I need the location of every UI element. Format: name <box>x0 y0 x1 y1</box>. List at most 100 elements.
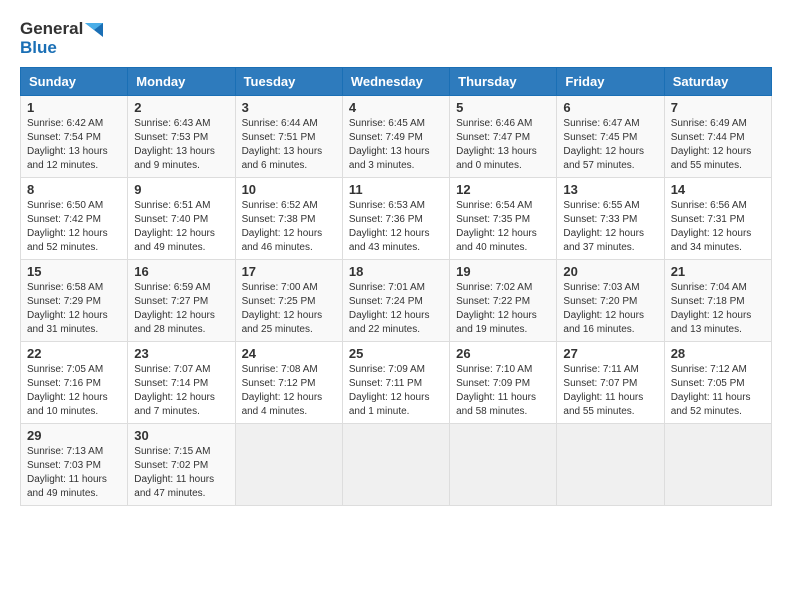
day-number: 4 <box>349 100 443 115</box>
day-info: Sunrise: 7:11 AM Sunset: 7:07 PM Dayligh… <box>563 363 657 419</box>
day-info: Sunrise: 6:52 AM Sunset: 7:38 PM Dayligh… <box>242 199 336 255</box>
calendar-week-3: 15 Sunrise: 6:58 AM Sunset: 7:29 PM Dayl… <box>21 260 772 342</box>
day-info: Sunrise: 7:02 AM Sunset: 7:22 PM Dayligh… <box>456 281 550 337</box>
day-info: Sunrise: 7:04 AM Sunset: 7:18 PM Dayligh… <box>671 281 765 337</box>
day-number: 16 <box>134 264 228 279</box>
day-info: Sunrise: 6:51 AM Sunset: 7:40 PM Dayligh… <box>134 199 228 255</box>
calendar-cell: 26 Sunrise: 7:10 AM Sunset: 7:09 PM Dayl… <box>450 342 557 424</box>
day-number: 10 <box>242 182 336 197</box>
day-info: Sunrise: 6:46 AM Sunset: 7:47 PM Dayligh… <box>456 117 550 173</box>
day-number: 25 <box>349 346 443 361</box>
day-number: 11 <box>349 182 443 197</box>
calendar-cell: 7 Sunrise: 6:49 AM Sunset: 7:44 PM Dayli… <box>664 96 771 178</box>
page-header: General Blue <box>20 20 772 57</box>
day-number: 24 <box>242 346 336 361</box>
day-number: 2 <box>134 100 228 115</box>
day-info: Sunrise: 7:00 AM Sunset: 7:25 PM Dayligh… <box>242 281 336 337</box>
day-info: Sunrise: 6:47 AM Sunset: 7:45 PM Dayligh… <box>563 117 657 173</box>
day-number: 12 <box>456 182 550 197</box>
day-number: 28 <box>671 346 765 361</box>
calendar-table: SundayMondayTuesdayWednesdayThursdayFrid… <box>20 67 772 506</box>
day-number: 26 <box>456 346 550 361</box>
calendar-cell: 8 Sunrise: 6:50 AM Sunset: 7:42 PM Dayli… <box>21 178 128 260</box>
calendar-cell: 28 Sunrise: 7:12 AM Sunset: 7:05 PM Dayl… <box>664 342 771 424</box>
day-number: 19 <box>456 264 550 279</box>
day-info: Sunrise: 6:56 AM Sunset: 7:31 PM Dayligh… <box>671 199 765 255</box>
header-monday: Monday <box>128 68 235 96</box>
day-number: 17 <box>242 264 336 279</box>
calendar-cell <box>342 424 449 506</box>
day-number: 29 <box>27 428 121 443</box>
calendar-cell: 14 Sunrise: 6:56 AM Sunset: 7:31 PM Dayl… <box>664 178 771 260</box>
day-info: Sunrise: 6:42 AM Sunset: 7:54 PM Dayligh… <box>27 117 121 173</box>
calendar-cell <box>450 424 557 506</box>
day-info: Sunrise: 6:45 AM Sunset: 7:49 PM Dayligh… <box>349 117 443 173</box>
calendar-cell: 30 Sunrise: 7:15 AM Sunset: 7:02 PM Dayl… <box>128 424 235 506</box>
calendar-cell: 19 Sunrise: 7:02 AM Sunset: 7:22 PM Dayl… <box>450 260 557 342</box>
day-info: Sunrise: 6:53 AM Sunset: 7:36 PM Dayligh… <box>349 199 443 255</box>
calendar-cell: 13 Sunrise: 6:55 AM Sunset: 7:33 PM Dayl… <box>557 178 664 260</box>
calendar-cell: 6 Sunrise: 6:47 AM Sunset: 7:45 PM Dayli… <box>557 96 664 178</box>
calendar-week-2: 8 Sunrise: 6:50 AM Sunset: 7:42 PM Dayli… <box>21 178 772 260</box>
calendar-cell: 24 Sunrise: 7:08 AM Sunset: 7:12 PM Dayl… <box>235 342 342 424</box>
calendar-cell: 10 Sunrise: 6:52 AM Sunset: 7:38 PM Dayl… <box>235 178 342 260</box>
calendar-cell: 4 Sunrise: 6:45 AM Sunset: 7:49 PM Dayli… <box>342 96 449 178</box>
calendar-cell: 16 Sunrise: 6:59 AM Sunset: 7:27 PM Dayl… <box>128 260 235 342</box>
day-info: Sunrise: 6:44 AM Sunset: 7:51 PM Dayligh… <box>242 117 336 173</box>
logo-blue: Blue <box>20 39 103 58</box>
day-info: Sunrise: 7:09 AM Sunset: 7:11 PM Dayligh… <box>349 363 443 419</box>
day-number: 21 <box>671 264 765 279</box>
calendar-cell: 2 Sunrise: 6:43 AM Sunset: 7:53 PM Dayli… <box>128 96 235 178</box>
day-info: Sunrise: 6:58 AM Sunset: 7:29 PM Dayligh… <box>27 281 121 337</box>
calendar-cell: 1 Sunrise: 6:42 AM Sunset: 7:54 PM Dayli… <box>21 96 128 178</box>
logo-general: General <box>20 20 103 39</box>
calendar-cell: 18 Sunrise: 7:01 AM Sunset: 7:24 PM Dayl… <box>342 260 449 342</box>
calendar-header-row: SundayMondayTuesdayWednesdayThursdayFrid… <box>21 68 772 96</box>
day-info: Sunrise: 7:15 AM Sunset: 7:02 PM Dayligh… <box>134 445 228 501</box>
day-number: 14 <box>671 182 765 197</box>
day-info: Sunrise: 7:03 AM Sunset: 7:20 PM Dayligh… <box>563 281 657 337</box>
day-number: 8 <box>27 182 121 197</box>
header-saturday: Saturday <box>664 68 771 96</box>
calendar-cell: 3 Sunrise: 6:44 AM Sunset: 7:51 PM Dayli… <box>235 96 342 178</box>
day-info: Sunrise: 7:13 AM Sunset: 7:03 PM Dayligh… <box>27 445 121 501</box>
day-number: 9 <box>134 182 228 197</box>
calendar-cell: 21 Sunrise: 7:04 AM Sunset: 7:18 PM Dayl… <box>664 260 771 342</box>
header-friday: Friday <box>557 68 664 96</box>
calendar-cell: 9 Sunrise: 6:51 AM Sunset: 7:40 PM Dayli… <box>128 178 235 260</box>
calendar-cell <box>235 424 342 506</box>
calendar-cell: 22 Sunrise: 7:05 AM Sunset: 7:16 PM Dayl… <box>21 342 128 424</box>
calendar-cell: 27 Sunrise: 7:11 AM Sunset: 7:07 PM Dayl… <box>557 342 664 424</box>
calendar-cell: 5 Sunrise: 6:46 AM Sunset: 7:47 PM Dayli… <box>450 96 557 178</box>
calendar-cell <box>557 424 664 506</box>
day-number: 1 <box>27 100 121 115</box>
day-number: 6 <box>563 100 657 115</box>
day-number: 3 <box>242 100 336 115</box>
day-number: 7 <box>671 100 765 115</box>
day-info: Sunrise: 6:43 AM Sunset: 7:53 PM Dayligh… <box>134 117 228 173</box>
day-number: 13 <box>563 182 657 197</box>
calendar-week-1: 1 Sunrise: 6:42 AM Sunset: 7:54 PM Dayli… <box>21 96 772 178</box>
day-info: Sunrise: 7:12 AM Sunset: 7:05 PM Dayligh… <box>671 363 765 419</box>
day-info: Sunrise: 7:01 AM Sunset: 7:24 PM Dayligh… <box>349 281 443 337</box>
calendar-cell: 23 Sunrise: 7:07 AM Sunset: 7:14 PM Dayl… <box>128 342 235 424</box>
calendar-cell: 29 Sunrise: 7:13 AM Sunset: 7:03 PM Dayl… <box>21 424 128 506</box>
header-sunday: Sunday <box>21 68 128 96</box>
day-number: 27 <box>563 346 657 361</box>
day-number: 5 <box>456 100 550 115</box>
day-number: 20 <box>563 264 657 279</box>
day-number: 23 <box>134 346 228 361</box>
day-number: 22 <box>27 346 121 361</box>
logo: General Blue <box>20 20 103 57</box>
day-info: Sunrise: 7:10 AM Sunset: 7:09 PM Dayligh… <box>456 363 550 419</box>
calendar-cell: 12 Sunrise: 6:54 AM Sunset: 7:35 PM Dayl… <box>450 178 557 260</box>
day-info: Sunrise: 7:05 AM Sunset: 7:16 PM Dayligh… <box>27 363 121 419</box>
header-thursday: Thursday <box>450 68 557 96</box>
calendar-cell: 15 Sunrise: 6:58 AM Sunset: 7:29 PM Dayl… <box>21 260 128 342</box>
day-info: Sunrise: 6:50 AM Sunset: 7:42 PM Dayligh… <box>27 199 121 255</box>
day-info: Sunrise: 6:55 AM Sunset: 7:33 PM Dayligh… <box>563 199 657 255</box>
calendar-cell: 11 Sunrise: 6:53 AM Sunset: 7:36 PM Dayl… <box>342 178 449 260</box>
day-info: Sunrise: 6:59 AM Sunset: 7:27 PM Dayligh… <box>134 281 228 337</box>
day-number: 18 <box>349 264 443 279</box>
day-number: 30 <box>134 428 228 443</box>
